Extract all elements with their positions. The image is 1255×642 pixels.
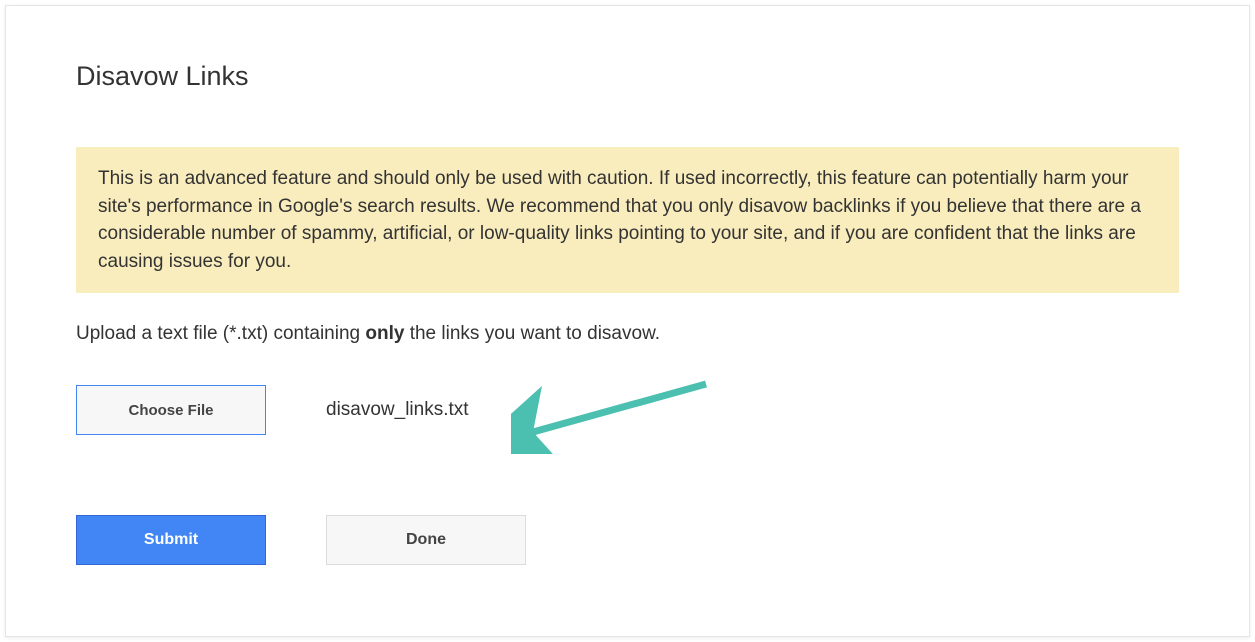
instruction-prefix: Upload a text file (*.txt) containing	[76, 323, 365, 344]
instruction-bold: only	[365, 323, 404, 344]
disavow-panel: Disavow Links This is an advanced featur…	[5, 5, 1250, 637]
submit-button[interactable]: Submit	[76, 515, 266, 565]
warning-text: This is an advanced feature and should o…	[98, 165, 1157, 275]
choose-file-button[interactable]: Choose File	[76, 385, 266, 435]
button-row: Submit Done	[76, 515, 1179, 565]
selected-file-name: disavow_links.txt	[326, 399, 469, 421]
warning-box: This is an advanced feature and should o…	[76, 147, 1179, 293]
file-row: Choose File disavow_links.txt	[76, 385, 1179, 435]
instruction-suffix: the links you want to disavow.	[404, 323, 660, 344]
page-title: Disavow Links	[76, 61, 1179, 92]
upload-instruction: Upload a text file (*.txt) containing on…	[76, 323, 1179, 345]
done-button[interactable]: Done	[326, 515, 526, 565]
